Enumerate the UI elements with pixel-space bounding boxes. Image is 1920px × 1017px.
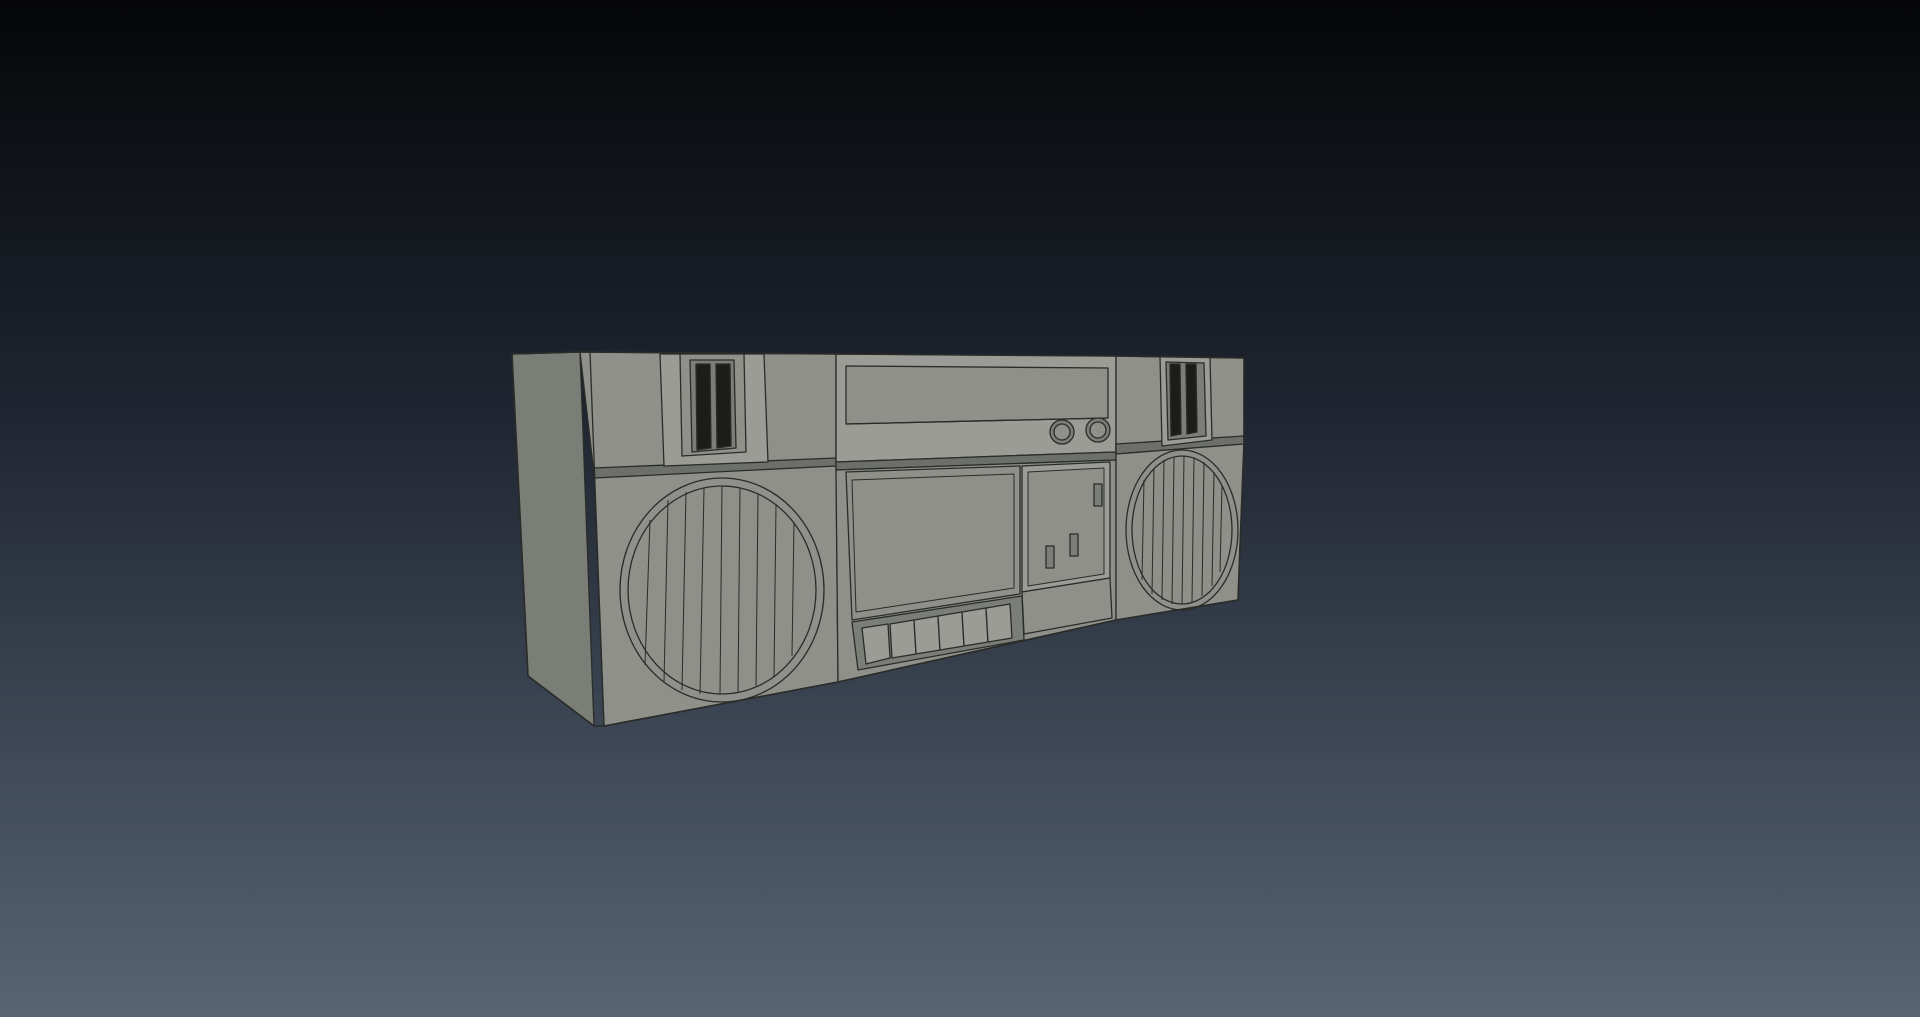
key <box>913 615 941 655</box>
key <box>985 603 1013 643</box>
right-speaker <box>1115 355 1245 621</box>
switch <box>1093 483 1103 507</box>
key <box>961 607 989 647</box>
switch <box>1069 533 1079 557</box>
volume-knob <box>1049 419 1075 445</box>
right-vent-slot <box>1185 363 1198 435</box>
left-vent-slot <box>715 363 732 449</box>
3d-viewport[interactable] <box>0 0 1920 1017</box>
right-vent-slot <box>1169 363 1182 437</box>
key <box>861 623 891 665</box>
boombox-render <box>0 0 1920 1017</box>
key <box>889 619 917 659</box>
left-vent-slot <box>695 363 712 451</box>
left-speaker <box>511 351 839 727</box>
switch <box>1045 545 1055 569</box>
key <box>937 611 965 651</box>
tuning-knob <box>1085 417 1111 443</box>
